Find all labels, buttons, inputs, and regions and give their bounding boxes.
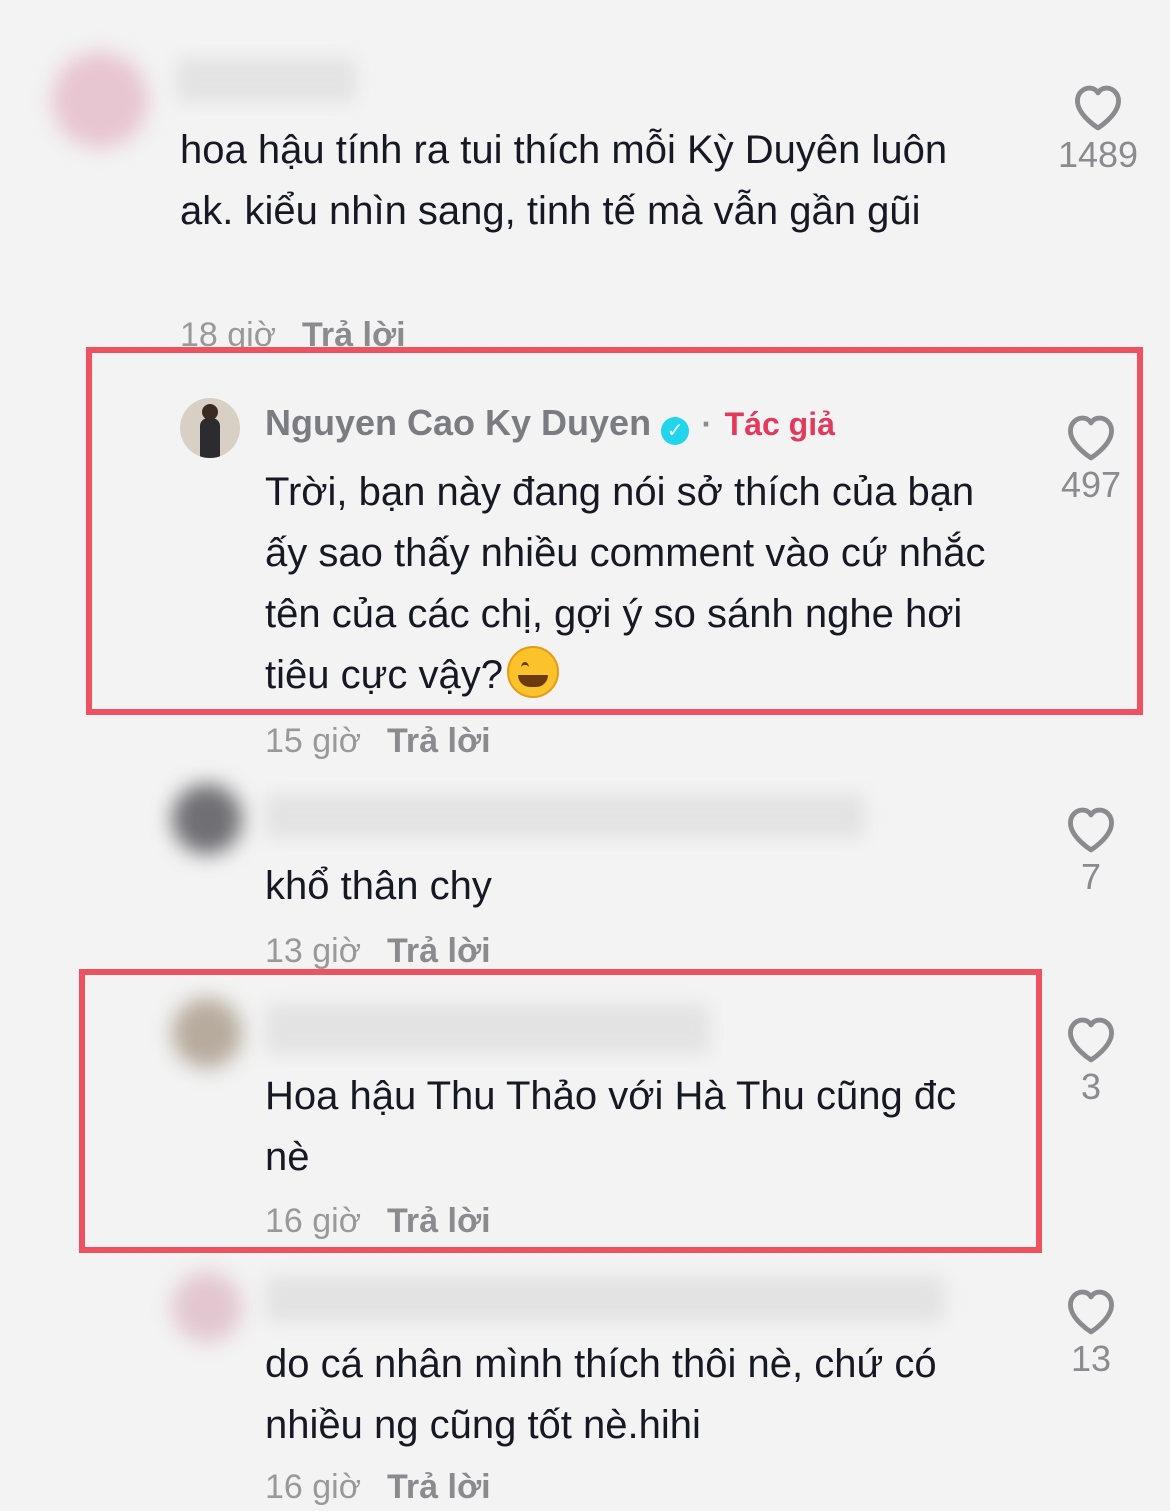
reply-button[interactable]: Trả lời	[387, 1468, 491, 1506]
like-count: 3	[1080, 1066, 1102, 1107]
author-tag: Tác giả	[724, 406, 835, 442]
reply-button[interactable]: Trả lời	[387, 1202, 491, 1240]
comment-time: 16 giờ	[265, 1468, 362, 1506]
comment-header: Nguyen Cao Ky Duyen ✓ · Tác giả	[265, 402, 835, 445]
comment-meta: 13 giờ Trả lời	[265, 932, 491, 971]
username-blurred[interactable]	[265, 1004, 710, 1054]
avatar[interactable]	[172, 998, 242, 1068]
like-count: 13	[1070, 1338, 1112, 1379]
heart-outline-icon	[1068, 1289, 1114, 1335]
comment-time: 13 giờ	[265, 932, 362, 970]
comment-time: 16 giờ	[265, 1202, 362, 1240]
avatar[interactable]	[172, 1272, 242, 1342]
heart-outline-icon	[1068, 807, 1114, 853]
like-count: 497	[1060, 464, 1122, 505]
comment-text: khổ thân chy	[265, 864, 492, 908]
heart-outline-icon	[1068, 415, 1114, 461]
comment-meta: 16 giờ Trả lời	[265, 1202, 491, 1241]
avatar[interactable]	[172, 784, 242, 854]
like-button[interactable]: 497	[1036, 408, 1146, 506]
comment-meta: 15 giờ Trả lời	[265, 722, 491, 761]
comment-text: hoa hậu tính ra tui thích mỗi Kỳ Duyên l…	[180, 128, 948, 233]
comment-time: 15 giờ	[265, 722, 362, 760]
comment-text-body: Trời, bạn này đang nói sở thích của bạn …	[265, 470, 986, 697]
like-count: 1489	[1057, 134, 1139, 175]
like-count: 7	[1080, 856, 1102, 897]
avatar[interactable]	[52, 52, 148, 148]
comment-text: do cá nhân mình thích thôi nè, chứ có nh…	[265, 1342, 937, 1447]
verified-badge-icon: ✓	[661, 416, 690, 445]
like-button[interactable]: 13	[1036, 1282, 1146, 1380]
author-name[interactable]: Nguyen Cao Ky Duyen	[265, 402, 651, 443]
author-avatar[interactable]	[180, 398, 240, 458]
comment-meta: 16 giờ Trả lời	[265, 1468, 491, 1507]
like-button[interactable]: 7	[1036, 800, 1146, 898]
reply-button[interactable]: Trả lời	[387, 722, 491, 760]
username-blurred[interactable]	[265, 794, 865, 838]
heart-outline-icon	[1075, 85, 1121, 131]
grinning-sweat-emoji	[507, 646, 559, 698]
username-blurred[interactable]	[265, 1276, 945, 1322]
comment-text: Hoa hậu Thu Thảo với Hà Thu cũng đc nè	[265, 1074, 957, 1179]
heart-outline-icon	[1068, 1017, 1114, 1063]
reply-button[interactable]: Trả lời	[387, 932, 491, 970]
comment-text: Trời, bạn này đang nói sở thích của bạn …	[265, 462, 1025, 706]
username-blurred[interactable]	[176, 58, 356, 102]
like-button[interactable]: 3	[1036, 1010, 1146, 1108]
like-button[interactable]: 1489	[1043, 78, 1153, 176]
separator-dot: ·	[701, 406, 713, 442]
